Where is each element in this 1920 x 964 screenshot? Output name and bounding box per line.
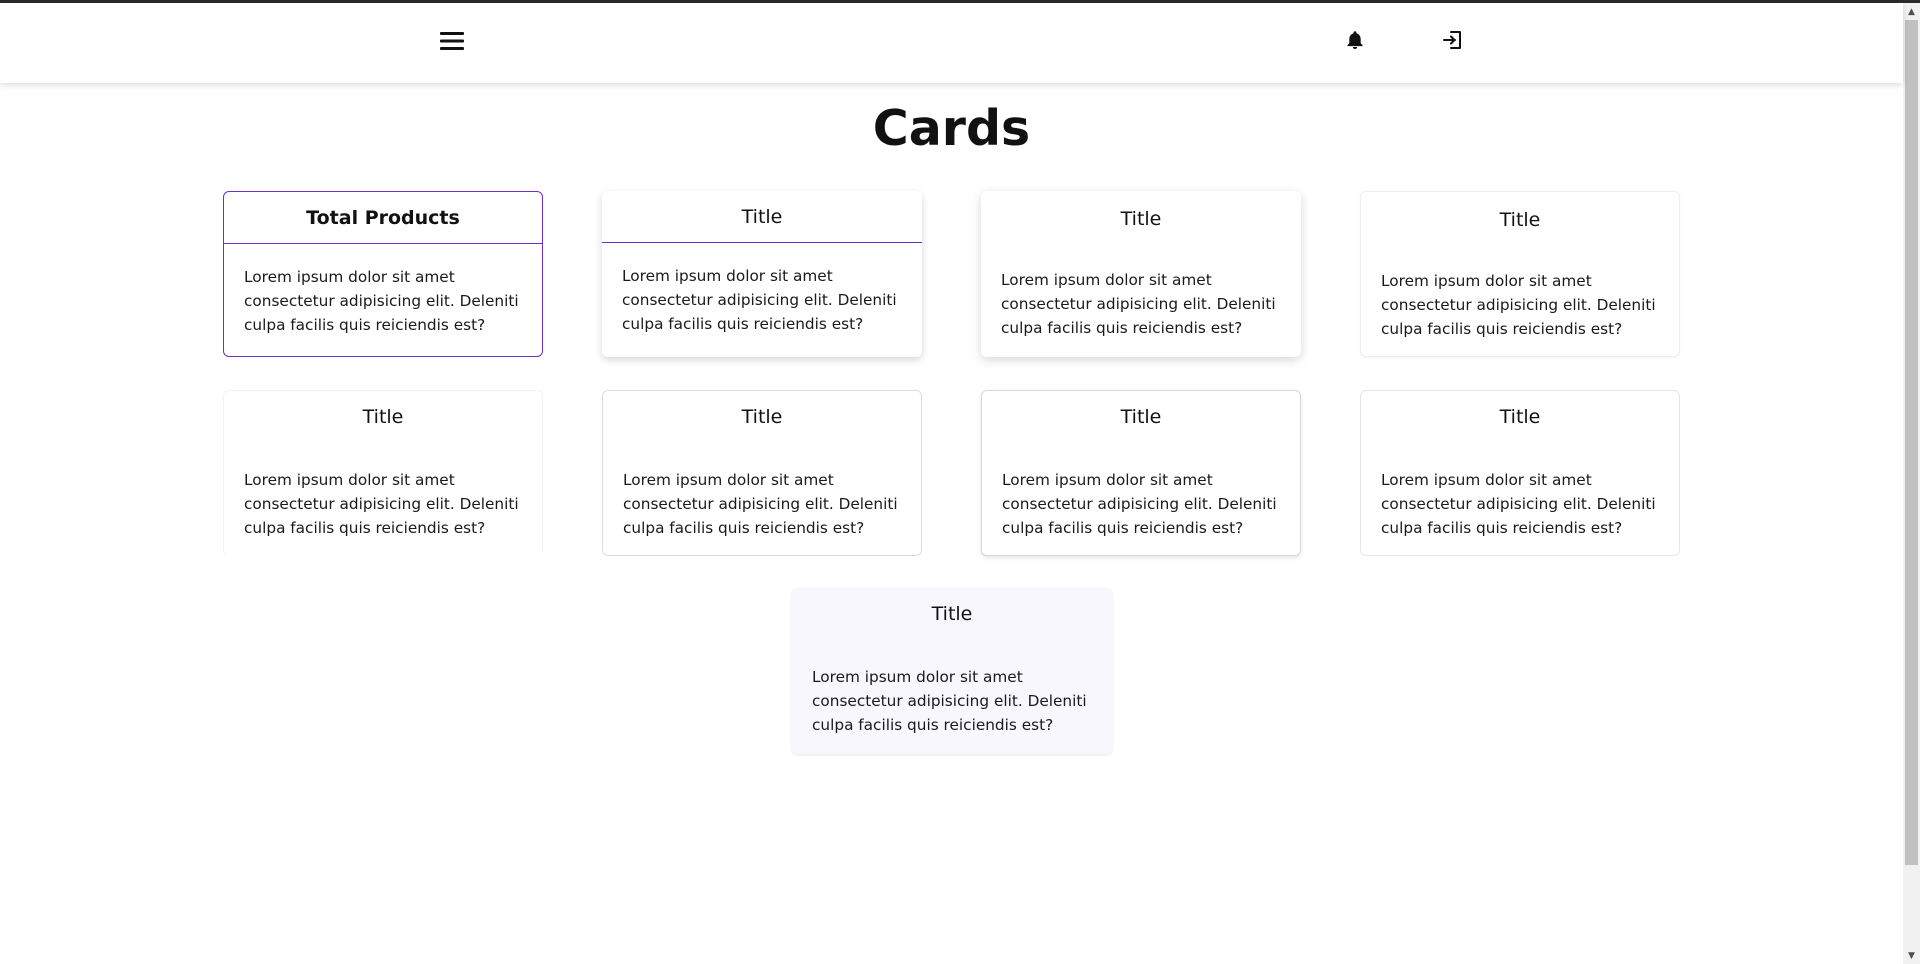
card[interactable]: Title Lorem ipsum dolor sit amet consect… (792, 588, 1112, 754)
card-body: Lorem ipsum dolor sit amet consectetur a… (623, 471, 898, 537)
card-title: Title (1120, 406, 1162, 428)
scroll-down-arrow-icon[interactable]: ▼ (1903, 947, 1920, 964)
card-body: Lorem ipsum dolor sit amet consectetur a… (1002, 471, 1277, 537)
card[interactable]: Title Lorem ipsum dolor sit amet consect… (602, 191, 922, 357)
menu-button[interactable] (432, 23, 472, 63)
card-body: Lorem ipsum dolor sit amet consectetur a… (622, 267, 897, 333)
card-title: Total Products (224, 192, 542, 244)
bell-icon (1344, 29, 1366, 55)
hamburger-menu-icon (439, 30, 465, 56)
card-title: Title (741, 406, 783, 428)
notifications-button[interactable] (1335, 22, 1375, 62)
card[interactable]: Title Lorem ipsum dolor sit amet consect… (223, 390, 543, 556)
page: Cards Total Products Lorem ipsum dolor s… (0, 0, 1920, 964)
scrollbar-thumb[interactable] (1905, 20, 1918, 865)
card-title: Title (1499, 406, 1541, 428)
card-title: Title (1499, 209, 1541, 231)
card-body: Lorem ipsum dolor sit amet consectetur a… (1381, 272, 1656, 338)
card-title: Title (362, 406, 404, 428)
card-body: Lorem ipsum dolor sit amet consectetur a… (1001, 271, 1276, 337)
card-title: Title (602, 191, 922, 243)
scroll-up-arrow-icon[interactable]: ▲ (1903, 3, 1920, 20)
card-body: Lorem ipsum dolor sit amet consectetur a… (1381, 471, 1656, 537)
card[interactable]: Title Lorem ipsum dolor sit amet consect… (981, 191, 1301, 357)
vertical-scrollbar[interactable]: ▲ ▼ (1903, 3, 1920, 964)
card[interactable]: Title Lorem ipsum dolor sit amet consect… (981, 390, 1301, 556)
card-title: Title (931, 603, 973, 625)
card-body: Lorem ipsum dolor sit amet consectetur a… (244, 471, 519, 537)
card[interactable]: Title Lorem ipsum dolor sit amet consect… (602, 390, 922, 556)
logout-icon (1441, 28, 1465, 56)
card-total-products[interactable]: Total Products Lorem ipsum dolor sit ame… (223, 191, 543, 357)
card[interactable]: Title Lorem ipsum dolor sit amet consect… (1360, 191, 1680, 357)
card-title: Title (1120, 208, 1162, 230)
page-title: Cards (872, 100, 1031, 157)
card[interactable]: Title Lorem ipsum dolor sit amet consect… (1360, 390, 1680, 556)
logout-button[interactable] (1433, 22, 1473, 62)
card-body: Lorem ipsum dolor sit amet consectetur a… (244, 268, 519, 334)
navbar (0, 3, 1903, 83)
card-body: Lorem ipsum dolor sit amet consectetur a… (812, 668, 1087, 734)
